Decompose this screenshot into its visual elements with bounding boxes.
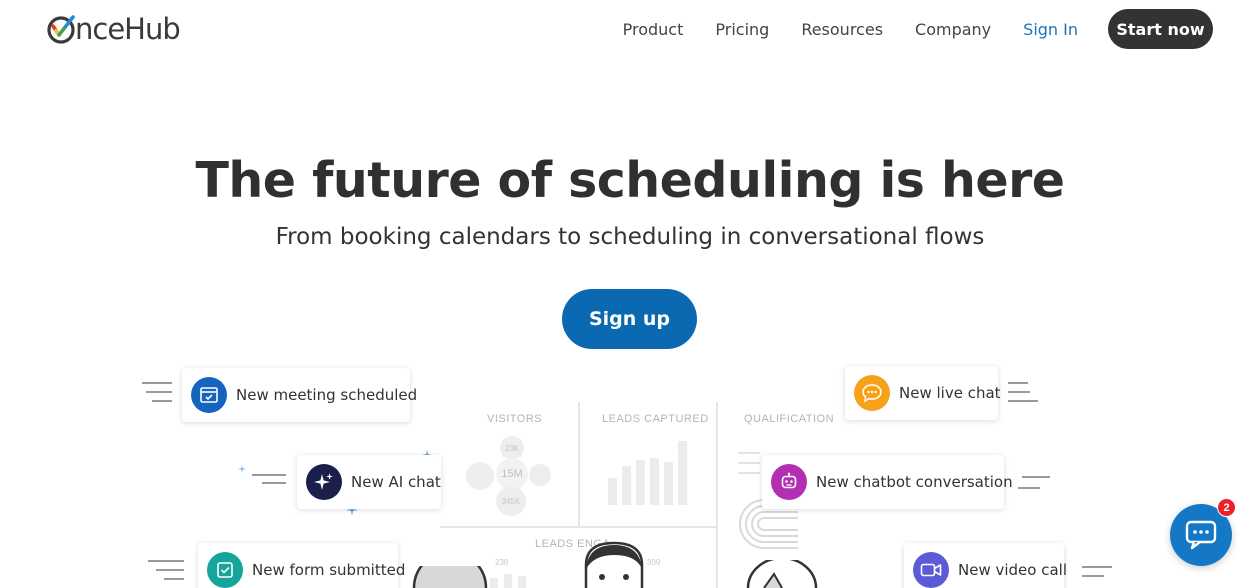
- logo-check-icon: [47, 15, 75, 44]
- card-new-form-submitted: New form submitted: [198, 543, 405, 588]
- visitor-bubble: [466, 462, 494, 490]
- chart-bar: [608, 478, 617, 505]
- chart-bar: [490, 578, 498, 588]
- chart-bar: [664, 462, 673, 505]
- chat-notification-badge: 2: [1217, 498, 1236, 517]
- speed-line: [1022, 476, 1050, 478]
- chart-bar: [622, 466, 631, 505]
- form-check-icon: [207, 552, 243, 588]
- chart-bar: [636, 460, 645, 505]
- divider: [716, 402, 718, 588]
- speed-line: [146, 391, 172, 393]
- main-nav: Product Pricing Resources Company Sign I…: [623, 9, 1213, 49]
- video-camera-icon: [913, 552, 949, 588]
- nav-resources[interactable]: Resources: [801, 20, 883, 39]
- card-new-video-call: New video call: [904, 543, 1067, 588]
- speed-line: [148, 560, 184, 562]
- person-illustration: [412, 566, 488, 588]
- bubble-value: 15M: [501, 468, 523, 480]
- nav-pricing[interactable]: Pricing: [715, 20, 769, 39]
- card-new-meeting-scheduled: New meeting scheduled: [182, 368, 417, 422]
- speed-line: [164, 578, 184, 580]
- chat-bubble-icon: [854, 375, 890, 411]
- calendar-check-icon: [191, 377, 227, 413]
- hero-subtitle: From booking calendars to scheduling in …: [275, 224, 985, 250]
- card-label: New chatbot conversation: [816, 473, 1013, 491]
- sparkle-icon: [238, 465, 246, 473]
- speed-line: [1018, 487, 1040, 489]
- nav-product[interactable]: Product: [623, 20, 684, 39]
- chart-bar: [518, 576, 526, 588]
- divider: [578, 402, 580, 527]
- chat-dots-icon: [1185, 520, 1217, 550]
- speed-line: [1008, 400, 1038, 402]
- qualification-label: QUALIFICATION: [744, 413, 835, 425]
- bubble-value: 345K: [501, 496, 521, 506]
- card-new-live-chat: New live chat: [845, 366, 1001, 420]
- speed-line: [252, 474, 286, 476]
- speed-line: [262, 482, 286, 484]
- visitor-bubble: 23K: [500, 436, 524, 460]
- dashboard-number: 238: [495, 558, 509, 567]
- list-line: [738, 462, 760, 464]
- speed-line: [1082, 575, 1104, 577]
- visitor-bubble: 345K: [496, 486, 526, 516]
- logo-text: nceHub: [75, 12, 181, 46]
- card-label: New meeting scheduled: [236, 386, 418, 404]
- speed-line: [1008, 382, 1028, 384]
- card-new-chatbot-conversation: New chatbot conversation: [762, 455, 1013, 509]
- speed-line: [152, 400, 172, 402]
- card-label: New AI chat: [351, 473, 441, 491]
- robot-icon: [771, 464, 807, 500]
- person-face-illustration: [584, 541, 644, 588]
- bubble-value: 23K: [504, 443, 520, 453]
- nav-company[interactable]: Company: [915, 20, 991, 39]
- visitors-label: VISITORS: [487, 413, 543, 425]
- oncehub-logo[interactable]: nceHub: [46, 12, 181, 46]
- divider: [440, 526, 718, 528]
- visitor-bubble: [529, 464, 551, 486]
- list-line: [738, 472, 760, 474]
- card-label: New form submitted: [252, 561, 406, 579]
- speed-line: [1082, 566, 1112, 568]
- sign-in-link[interactable]: Sign In: [1023, 20, 1078, 39]
- hero-title: The future of scheduling is here: [195, 152, 1065, 209]
- chart-bar: [504, 574, 512, 588]
- list-line: [738, 452, 760, 454]
- person-illustration: [746, 560, 818, 588]
- speed-line: [1008, 391, 1030, 393]
- card-new-ai-chat: New AI chat: [297, 455, 441, 509]
- card-label: New live chat: [899, 384, 1001, 402]
- chart-bar: [678, 441, 687, 505]
- sign-up-button[interactable]: Sign up: [562, 289, 697, 349]
- card-label: New video call: [958, 561, 1067, 579]
- speed-line: [142, 382, 172, 384]
- ai-sparkle-icon: [306, 464, 342, 500]
- start-now-button[interactable]: Start now: [1108, 9, 1213, 49]
- leads-captured-label: LEADS CAPTURED: [602, 413, 709, 425]
- speed-line: [156, 569, 184, 571]
- chart-bar: [650, 458, 659, 505]
